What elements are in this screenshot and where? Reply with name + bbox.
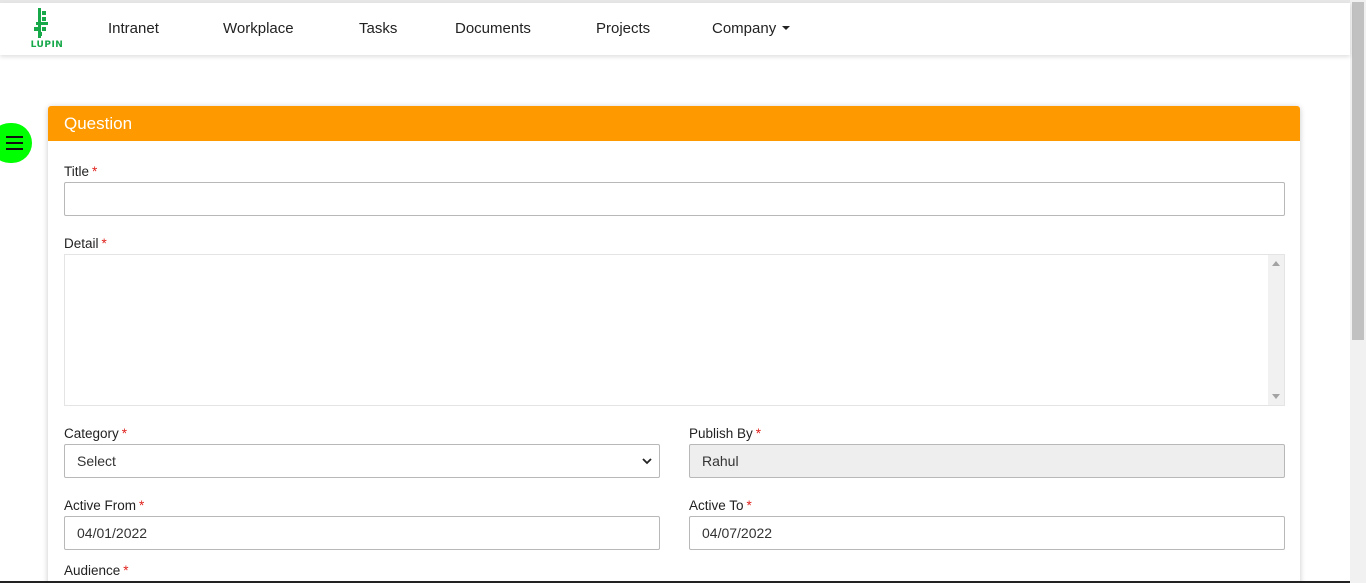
page: LUPIN Intranet Workplace Tasks Documents… <box>0 0 1366 583</box>
publish-by-label-text: Publish By <box>689 426 753 441</box>
sidebar-toggle-button[interactable] <box>0 123 32 163</box>
nav-workplace[interactable]: Workplace <box>223 20 294 37</box>
active-from-label-text: Active From <box>64 498 137 513</box>
publish-by-label: Publish By * <box>689 426 761 441</box>
scrollbar-thumb[interactable] <box>1352 2 1364 340</box>
nav-intranet[interactable]: Intranet <box>108 20 159 37</box>
active-from-label: Active From * <box>64 498 144 513</box>
detail-textarea[interactable] <box>64 254 1285 406</box>
required-mark: * <box>755 426 762 441</box>
required-mark: * <box>101 236 107 251</box>
textarea-scrollbar[interactable] <box>1268 255 1284 405</box>
category-select[interactable]: Select <box>64 444 660 478</box>
required-mark: * <box>121 426 128 441</box>
top-navbar: LUPIN Intranet Workplace Tasks Documents… <box>0 3 1350 55</box>
card-header: Question <box>48 106 1300 141</box>
required-mark: * <box>139 498 145 513</box>
scroll-down-icon[interactable] <box>1272 394 1280 399</box>
page-scrollbar[interactable] <box>1350 0 1366 583</box>
detail-label: Detail * <box>64 236 107 251</box>
question-form-card: Question Title * Detail * Category * Select <box>48 106 1300 583</box>
title-input[interactable] <box>64 182 1285 216</box>
category-selected-value: Select <box>77 453 116 469</box>
logo-text: LUPIN <box>30 40 64 50</box>
active-to-label: Active To * <box>689 498 752 513</box>
nav-tasks[interactable]: Tasks <box>359 20 397 37</box>
lupin-logo[interactable]: LUPIN <box>28 8 66 52</box>
required-mark: * <box>746 498 752 513</box>
nav-projects[interactable]: Projects <box>596 20 650 37</box>
category-label: Category * <box>64 426 127 441</box>
caret-down-icon <box>782 26 791 31</box>
audience-label-text: Audience <box>64 563 121 578</box>
scroll-up-icon[interactable] <box>1272 261 1280 266</box>
required-mark: * <box>123 563 129 578</box>
lupin-plant-icon <box>34 8 48 38</box>
nav-documents[interactable]: Documents <box>455 20 531 37</box>
active-to-input[interactable]: 04/07/2022 <box>689 516 1285 550</box>
title-label-text: Title <box>64 164 90 179</box>
required-mark: * <box>92 164 98 179</box>
title-label: Title * <box>64 164 97 179</box>
active-to-label-text: Active To <box>689 498 744 513</box>
nav-company[interactable]: Company <box>712 20 791 37</box>
nav-company-label: Company <box>712 20 777 37</box>
chevron-down-icon <box>642 458 652 465</box>
active-from-input[interactable]: 04/01/2022 <box>64 516 660 550</box>
card-title: Question <box>64 114 133 133</box>
category-label-text: Category <box>64 426 119 441</box>
publish-by-field: Rahul <box>689 444 1285 478</box>
detail-label-text: Detail <box>64 236 99 251</box>
audience-label: Audience * <box>64 563 129 578</box>
